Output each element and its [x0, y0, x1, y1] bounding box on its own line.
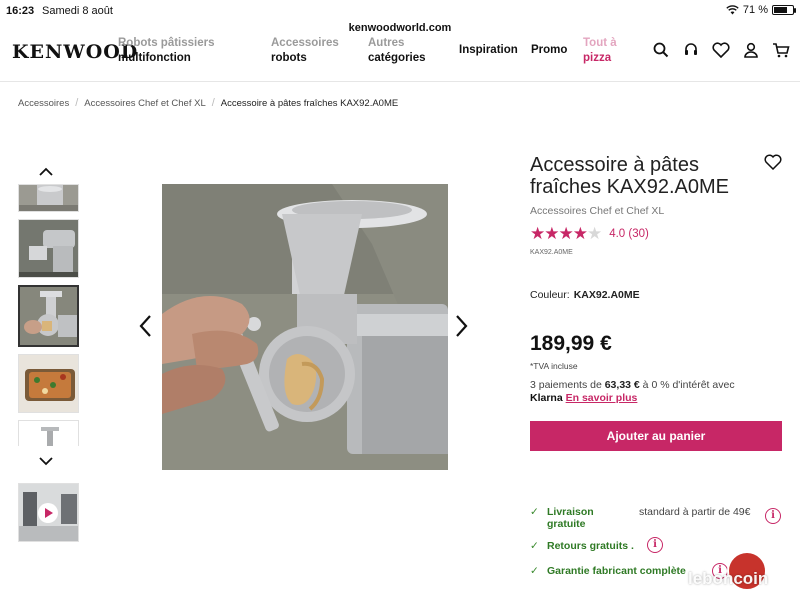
heart-icon[interactable] [712, 41, 730, 59]
nav-robots[interactable]: Robots pâtissiers multifonction [118, 36, 215, 66]
breadcrumb-separator: / [211, 97, 215, 109]
nav-pizza[interactable]: Tout à pizza [583, 36, 617, 66]
product-price: 189,99 € [530, 332, 612, 355]
status-date: Samedi 8 août [42, 5, 113, 17]
product-title: Accessoire à pâtes fraîches KAX92.A0ME [530, 154, 729, 198]
carousel-prev-arrow-icon[interactable] [138, 314, 152, 343]
breadcrumb-separator: / [75, 97, 79, 109]
perk-label: Livraison gratuite [547, 506, 594, 530]
battery-percent: 71 % [742, 4, 768, 16]
site-header: KENWOOD Robots pâtissiers multifonction … [0, 36, 800, 82]
wishlist-heart-icon[interactable] [764, 154, 782, 175]
rating-stars-icon: ★★★★★ [530, 224, 602, 243]
klarna-prefix: 3 paiements de [530, 379, 605, 391]
main-product-image[interactable] [162, 184, 448, 470]
product-category[interactable]: Accessoires Chef et Chef XL [530, 205, 664, 217]
thumbnail-pasta-attachment-detail[interactable] [18, 184, 79, 212]
watermark: leboncoin [688, 569, 769, 588]
add-to-cart-button[interactable]: Ajouter au panier [530, 421, 782, 451]
nav-accessoires-line1: Accessoires [271, 37, 339, 49]
breadcrumb: Accessoires / Accessoires Chef et Chef X… [18, 97, 398, 109]
perk-label: Retours gratuits . [547, 540, 634, 552]
thumbnail-baked-pasta-dish[interactable] [18, 354, 79, 413]
nav-autres-line1: Autres [368, 37, 405, 49]
nav-promo[interactable]: Promo [531, 43, 567, 58]
nav-accessoires-line2: robots [271, 52, 307, 64]
check-icon: ✓ [530, 565, 539, 577]
perk-free-returns: ✓ Retours gratuits . [530, 540, 634, 552]
nav-pizza-line2: pizza [583, 52, 612, 64]
status-time: 16:23 [6, 5, 35, 17]
color-selector: Couleur: KAX92.A0ME [530, 289, 640, 301]
battery-fill [774, 7, 787, 13]
check-icon: ✓ [530, 506, 539, 518]
nav-promo-label: Promo [531, 44, 568, 56]
nav-inspiration[interactable]: Inspiration [459, 43, 518, 58]
info-icon[interactable]: i [765, 508, 781, 524]
nav-inspiration-label: Inspiration [459, 44, 518, 56]
product-rating[interactable]: ★★★★★ 4.0 (30) [530, 224, 649, 244]
klarna-brand: Klarna [530, 392, 563, 404]
account-icon[interactable] [742, 41, 760, 59]
breadcrumb-item-accessoires[interactable]: Accessoires [18, 98, 69, 109]
breadcrumb-item-chef[interactable]: Accessoires Chef et Chef XL [84, 98, 205, 109]
status-bar: 16:23 Samedi 8 août 71 % [0, 0, 800, 22]
nav-autres-line2: catégories [368, 52, 426, 64]
product-sku: KAX92.A0ME [530, 249, 573, 256]
thumbnail-video[interactable] [18, 483, 79, 542]
klarna-suffix: à 0 % d'intérêt avec [639, 379, 735, 391]
battery-icon [772, 5, 796, 15]
nav-autres[interactable]: Autres catégories [368, 36, 426, 66]
klarna-learn-more-link[interactable]: En savoir plus [566, 392, 638, 404]
klarna-installments: 3 paiements de 63,33 € à 0 % d'intérêt a… [530, 379, 780, 405]
breadcrumb-current: Accessoire à pâtes fraîches KAX92.A0ME [220, 97, 399, 109]
check-icon: ✓ [530, 540, 539, 552]
nav-robots-line2: multifonction [118, 52, 191, 64]
perk-label: Garantie fabricant complète [547, 565, 686, 577]
perk-warranty: ✓ Garantie fabricant complète [530, 565, 686, 577]
thumbnail-attachment-product-shot[interactable] [18, 420, 79, 446]
tva-note: *TVA incluse [530, 361, 578, 371]
wifi-icon [726, 5, 739, 15]
thumbs-up-arrow-icon[interactable] [39, 163, 53, 181]
thumbnail-mixer-with-attachment[interactable] [18, 219, 79, 278]
cart-icon[interactable] [772, 41, 790, 59]
klarna-amount: 63,33 € [604, 379, 640, 391]
header-icons [652, 41, 790, 59]
nav-robots-line1: Robots pâtissiers [118, 37, 215, 49]
info-icon[interactable]: i [647, 537, 663, 553]
perk-desc: standard à partir de 49€ [639, 506, 751, 518]
headset-icon[interactable] [682, 41, 700, 59]
search-icon[interactable] [652, 41, 670, 59]
thumbs-down-arrow-icon[interactable] [39, 453, 53, 471]
color-value: KAX92.A0ME [573, 289, 640, 301]
carousel-next-arrow-icon[interactable] [455, 314, 469, 343]
rating-text: 4.0 (30) [609, 228, 649, 240]
status-right: 71 % [726, 4, 796, 16]
nav-accessoires[interactable]: Accessoires robots [271, 36, 339, 66]
color-label: Couleur: [530, 289, 570, 301]
nav-pizza-line1: Tout à [583, 37, 617, 49]
thumbnail-pasta-attachment-in-use[interactable] [18, 285, 79, 347]
perk-free-delivery: ✓ Livraison gratuite standard à partir d… [530, 506, 751, 530]
